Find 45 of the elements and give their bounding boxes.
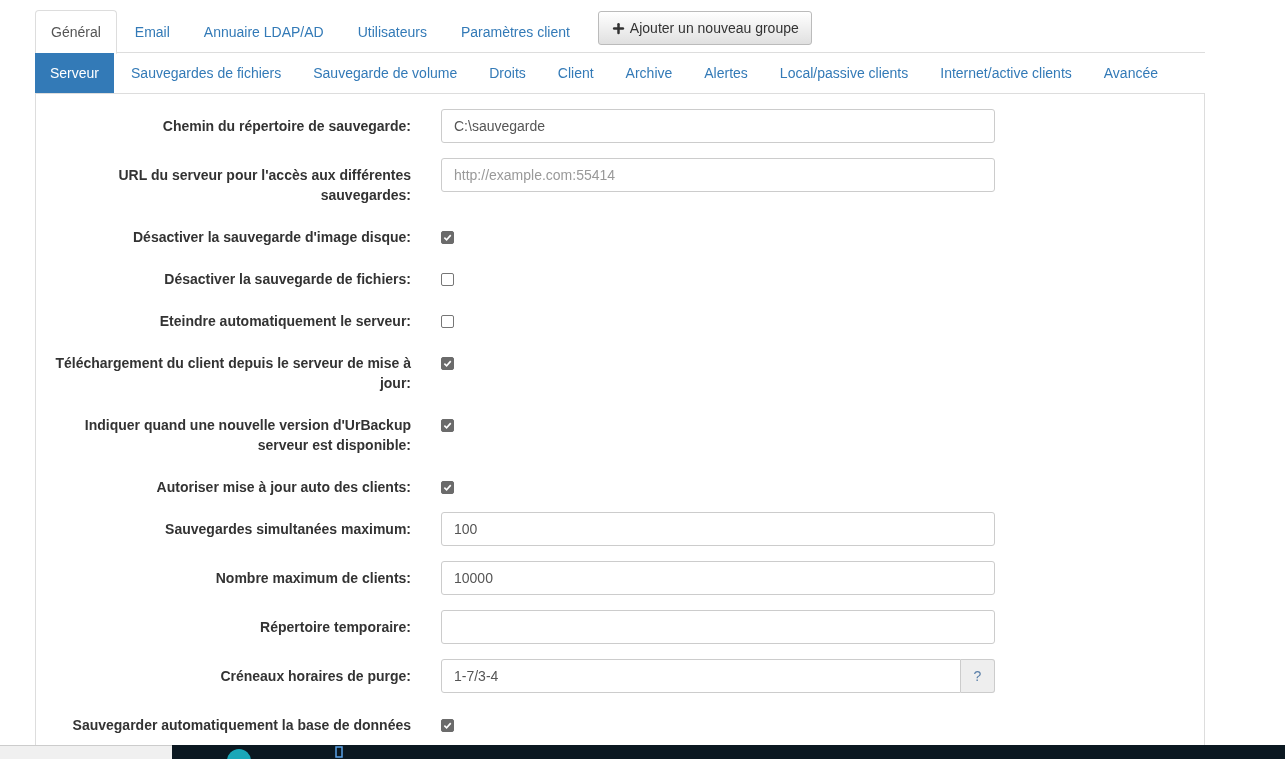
- input-field[interactable]: http://example.com:55414: [441, 158, 995, 192]
- add-group-button[interactable]: Ajouter un nouveau groupe: [597, 11, 812, 45]
- tab[interactable]: Avancée: [1088, 53, 1173, 93]
- tab[interactable]: Sauvegarde de volume: [298, 53, 473, 93]
- setting-label: Téléchargement du client depuis le serveur de mise à jour:: [54, 354, 411, 393]
- tab[interactable]: Client: [542, 53, 609, 93]
- setting-label: Chemin du répertoire de sauvegarde:: [161, 117, 411, 136]
- input-field[interactable]: 10000: [441, 561, 995, 595]
- checkbox[interactable]: [441, 419, 454, 432]
- checkbox[interactable]: [441, 719, 454, 732]
- tab[interactable]: Utilisateurs: [341, 10, 443, 54]
- tab[interactable]: Alertes: [689, 53, 763, 93]
- tab[interactable]: Annuaire LDAP/AD: [187, 10, 340, 54]
- input-field[interactable]: 1-7/3-4: [441, 659, 961, 693]
- input-field[interactable]: [441, 610, 995, 644]
- setting-label: Sauvegarder automatiquement la base de données: [71, 716, 411, 735]
- tab[interactable]: Email: [118, 10, 186, 54]
- setting-label: URL du serveur pour l'accès aux différentes sauvegardes:: [117, 166, 411, 205]
- tab[interactable]: Internet/active clients: [925, 53, 1087, 93]
- tab[interactable]: Sauvegardes de fichiers: [116, 53, 297, 93]
- setting-label: Désactiver la sauvegarde de fichiers:: [163, 270, 411, 289]
- checkbox[interactable]: [441, 273, 454, 286]
- checkbox[interactable]: [441, 231, 454, 244]
- setting-label: Répertoire temporaire:: [259, 618, 411, 637]
- setting-label: Nombre maximum de clients:: [214, 569, 411, 588]
- plus-icon: [610, 20, 626, 36]
- setting-label: Désactiver la sauvegarde d'image disque:: [132, 228, 411, 247]
- window-icon[interactable]: [334, 745, 344, 759]
- input-field[interactable]: C:\sauvegarde: [441, 109, 995, 143]
- setting-label: Créneaux horaires de purge:: [219, 667, 411, 686]
- tab[interactable]: Paramètres client: [444, 10, 586, 54]
- tab[interactable]: Local/passive clients: [764, 53, 924, 93]
- input-field[interactable]: 100: [441, 512, 995, 546]
- tab[interactable]: Général: [35, 10, 117, 54]
- help-button[interactable]: ?: [961, 659, 995, 693]
- tab[interactable]: Droits: [474, 53, 541, 93]
- setting-label: Sauvegardes simultanées maximum:: [164, 520, 411, 539]
- checkbox[interactable]: [441, 481, 454, 494]
- setting-label: Indiquer quand une nouvelle version d'UrBackup serveur est disponible:: [83, 416, 411, 455]
- tab[interactable]: Serveur: [35, 53, 115, 93]
- setting-label: Eteindre automatiquement le serveur:: [158, 312, 411, 331]
- checkbox[interactable]: [441, 357, 454, 370]
- tab[interactable]: Archive: [610, 53, 688, 93]
- checkbox[interactable]: [441, 315, 454, 328]
- setting-label: Autoriser mise à jour auto des clients:: [155, 478, 411, 497]
